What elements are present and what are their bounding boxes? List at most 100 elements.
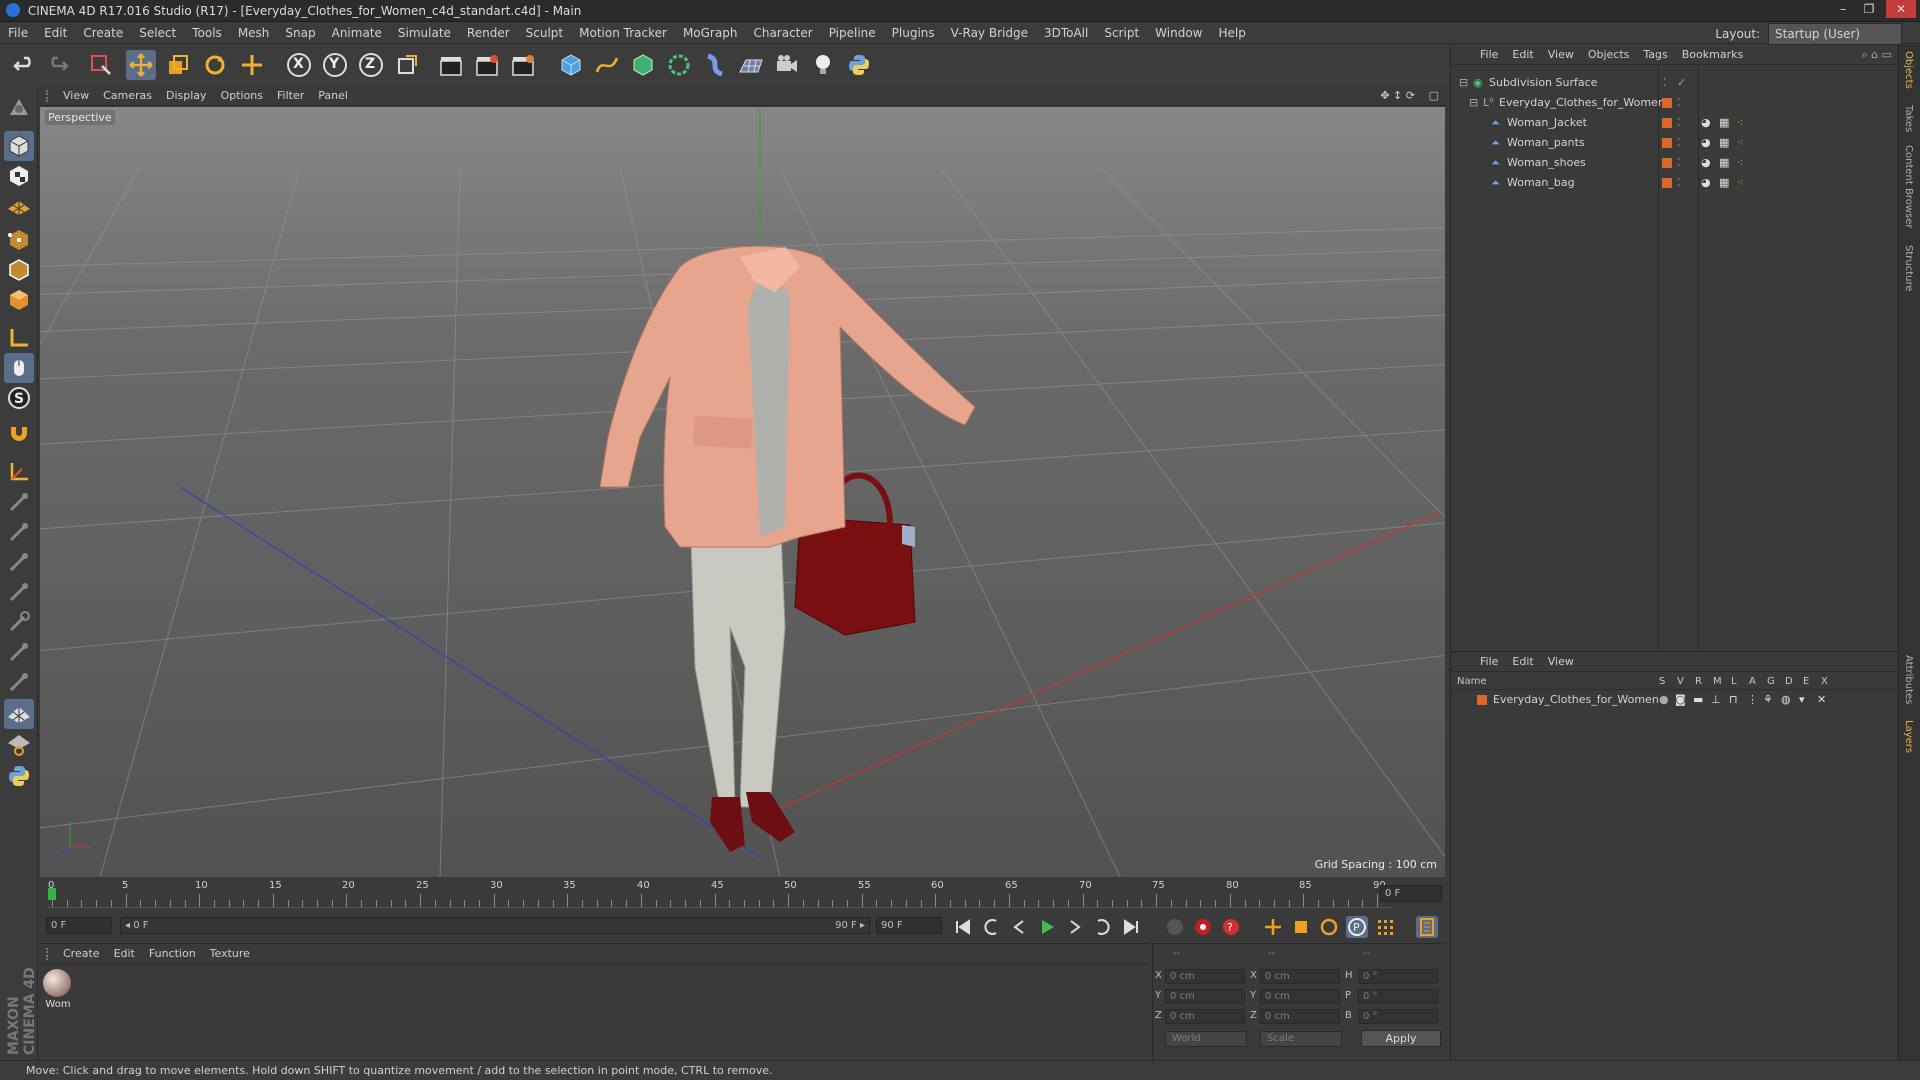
visibility-dot-icon[interactable]: ⁚	[1677, 173, 1681, 193]
viewport-menu-view[interactable]: View	[56, 86, 96, 106]
material-menu-create[interactable]: Create	[56, 944, 107, 964]
layout-dropdown[interactable]: Startup (User)	[1768, 23, 1902, 45]
layer-color-swatch[interactable]	[1662, 138, 1672, 148]
render-view-button[interactable]	[436, 50, 466, 80]
axis-y-button[interactable]: Y	[320, 50, 350, 80]
object-name[interactable]: Everyday_Clothes_for_Women	[1499, 93, 1665, 113]
material-tag-icon[interactable]: ◕	[1701, 113, 1711, 133]
menu-render[interactable]: Render	[459, 22, 518, 44]
sculpt-tool-1-button[interactable]	[4, 487, 34, 517]
prev-frame-button[interactable]	[1008, 916, 1030, 938]
enabled-check-icon[interactable]: ✓	[1677, 73, 1686, 93]
move-tool-button[interactable]	[126, 50, 156, 80]
prev-key-button[interactable]	[980, 916, 1002, 938]
object-row-subdivision[interactable]: ⊟ ◉ Subdivision Surface ⁚ ✓	[1451, 73, 1899, 93]
layer-menu-view[interactable]: View	[1541, 652, 1581, 672]
points-mode-button[interactable]	[4, 225, 34, 255]
layer-name[interactable]: Everyday_Clothes_for_Women	[1493, 691, 1659, 709]
object-name[interactable]: Woman_Jacket	[1507, 113, 1587, 133]
coord-size-y-field[interactable]: 0 cm	[1260, 989, 1340, 1004]
go-to-end-button[interactable]	[1120, 916, 1142, 938]
add-deformer-button[interactable]	[700, 50, 730, 80]
menu-simulate[interactable]: Simulate	[390, 22, 459, 44]
next-frame-button[interactable]	[1064, 916, 1086, 938]
visibility-dot-icon[interactable]: ⁚	[1663, 73, 1667, 93]
menu-edit[interactable]: Edit	[36, 22, 75, 44]
coord-pos-z-field[interactable]: 0 cm	[1165, 1009, 1245, 1024]
make-editable-button[interactable]	[4, 93, 34, 123]
object-row-pants[interactable]: ⏶ Woman_pants ⁚ ◕ ▦ ⁖	[1451, 133, 1899, 153]
viewport-menu-display[interactable]: Display	[159, 86, 214, 106]
layer-color-swatch[interactable]	[1662, 98, 1672, 108]
coord-transform-dropdown[interactable]: Scale	[1260, 1031, 1342, 1047]
object-menu-tags[interactable]: Tags	[1636, 45, 1674, 65]
axis-mode-button[interactable]	[4, 323, 34, 353]
menu-mograph[interactable]: MoGraph	[675, 22, 746, 44]
object-row-bag[interactable]: ⏶ Woman_bag ⁚ ◕ ▦ ⁖	[1451, 173, 1899, 193]
menu-character[interactable]: Character	[745, 22, 820, 44]
material-menu-texture[interactable]: Texture	[203, 944, 257, 964]
key-position-button[interactable]	[1262, 916, 1284, 938]
collapse-icon[interactable]: ⊟	[1459, 73, 1468, 93]
coord-rot-b-field[interactable]: 0 °	[1358, 1009, 1438, 1024]
material-tag-icon[interactable]: ◕	[1701, 133, 1711, 153]
tab-takes[interactable]: Takes	[1903, 105, 1914, 132]
coord-rot-p-field[interactable]: 0 °	[1358, 989, 1438, 1004]
object-name[interactable]: Woman_shoes	[1507, 153, 1586, 173]
object-menu-view[interactable]: View	[1541, 45, 1581, 65]
frame-range-slider[interactable]: ◂ 0 F 90 F ▸	[120, 917, 870, 934]
texture-tag-icon[interactable]: ▦	[1719, 153, 1729, 173]
material-menu-function[interactable]: Function	[142, 944, 203, 964]
add-floor-button[interactable]	[736, 50, 766, 80]
drag-handle-icon[interactable]	[46, 90, 56, 102]
live-selection-button[interactable]	[86, 50, 116, 80]
start-frame-field[interactable]: 0 F	[46, 917, 112, 934]
tweak-mode-button[interactable]	[4, 353, 34, 383]
viewport-menu-options[interactable]: Options	[214, 86, 270, 106]
object-menu-file[interactable]: File	[1473, 45, 1505, 65]
object-menu-edit[interactable]: Edit	[1505, 45, 1540, 65]
tab-objects[interactable]: Objects	[1903, 51, 1914, 89]
tab-layers[interactable]: Layers	[1903, 720, 1914, 753]
coordinate-system-button[interactable]	[392, 50, 422, 80]
viewport-menu-panel[interactable]: Panel	[311, 86, 355, 106]
maximize-button[interactable]: ❐	[1856, 0, 1882, 18]
object-menu-objects[interactable]: Objects	[1581, 45, 1637, 65]
polygons-mode-button[interactable]	[4, 285, 34, 315]
workplane-mode-button[interactable]	[4, 191, 34, 221]
add-light-button[interactable]	[808, 50, 838, 80]
coord-mode-dropdown[interactable]: World	[1165, 1031, 1247, 1047]
timeline-window-button[interactable]	[1416, 916, 1438, 938]
layer-color-swatch[interactable]	[1662, 178, 1672, 188]
texture-tag-icon[interactable]: ▦	[1719, 133, 1729, 153]
sculpt-tool-3-button[interactable]	[4, 547, 34, 577]
object-row-shoes[interactable]: ⏶ Woman_shoes ⁚ ◕ ▦ ⁖	[1451, 153, 1899, 173]
object-row-group[interactable]: ⊟ L⁰ Everyday_Clothes_for_Women ⁚	[1451, 93, 1899, 113]
menu-snap[interactable]: Snap	[277, 22, 323, 44]
material-tag-icon[interactable]: ◕	[1701, 173, 1711, 193]
layer-menu-edit[interactable]: Edit	[1505, 652, 1540, 672]
snap-magnet-button[interactable]	[4, 421, 34, 451]
layer-solo-icon[interactable]: ●	[1659, 691, 1669, 709]
add-generator-button[interactable]	[628, 50, 658, 80]
add-array-button[interactable]	[664, 50, 694, 80]
apply-button[interactable]: Apply	[1361, 1030, 1441, 1047]
object-menu-bookmarks[interactable]: Bookmarks	[1675, 45, 1750, 65]
layer-color-swatch[interactable]	[1662, 158, 1672, 168]
drag-handle-icon[interactable]	[46, 948, 56, 960]
uvw-tag-icon[interactable]: ⁖	[1737, 153, 1743, 173]
current-frame-field[interactable]: 0 F	[1380, 885, 1442, 902]
layer-render-icon[interactable]: ▬	[1693, 691, 1703, 709]
go-to-start-button[interactable]	[952, 916, 974, 938]
axis-x-button[interactable]: X	[284, 50, 314, 80]
add-spline-button[interactable]	[592, 50, 622, 80]
uvw-tag-icon[interactable]: ⁖	[1737, 113, 1743, 133]
render-settings-button[interactable]	[508, 50, 538, 80]
object-search-icon[interactable]: ⌕ ⌂ ▭	[1861, 45, 1892, 65]
menu-motion-tracker[interactable]: Motion Tracker	[571, 22, 675, 44]
solo-mode-button[interactable]: S	[4, 383, 34, 413]
timeline-track[interactable]: 051015202530354045505560657075808590	[48, 880, 1393, 908]
transform-tool-button[interactable]	[237, 50, 267, 80]
key-parameter-button[interactable]: P	[1346, 916, 1368, 938]
sculpt-tool-4-button[interactable]	[4, 577, 34, 607]
